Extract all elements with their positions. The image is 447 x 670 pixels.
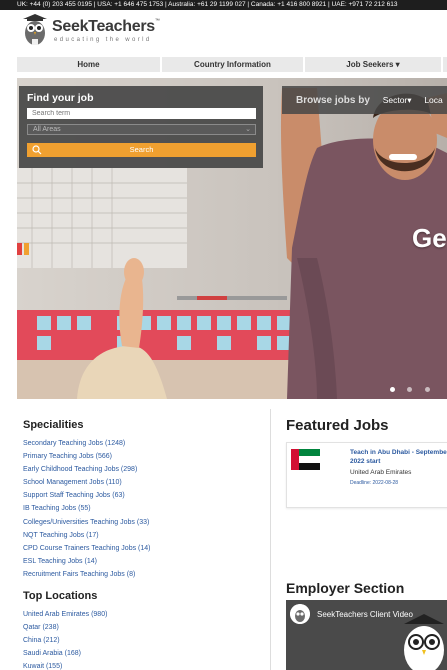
speciality-link[interactable]: Colleges/Universities Teaching Jobs (33) — [23, 516, 263, 529]
browse-by-sector[interactable]: Sector▾ — [383, 95, 412, 105]
speciality-link[interactable]: IB Teaching Jobs (55) — [23, 502, 263, 515]
hero-headline: Ge — [412, 223, 447, 253]
nav-country-information[interactable]: Country Information — [162, 57, 303, 72]
browse-by-location[interactable]: Loca — [424, 95, 442, 105]
featured-jobs-title: Featured Jobs — [286, 417, 389, 434]
location-link[interactable]: United Arab Emirates (980) — [23, 608, 263, 621]
nav-job-seekers[interactable]: Job Seekers ▾ — [305, 57, 441, 72]
location-link[interactable]: Saudi Arabia (168) — [23, 647, 263, 660]
location-link[interactable]: China (212) — [23, 634, 263, 647]
speciality-link[interactable]: Secondary Teaching Jobs (1248) — [23, 437, 263, 450]
carousel-dot[interactable] — [390, 387, 395, 392]
channel-avatar — [290, 604, 310, 624]
area-select-value: All Areas — [33, 126, 61, 133]
nav-more[interactable] — [443, 57, 447, 72]
search-button[interactable]: Search — [27, 143, 256, 157]
chevron-down-icon: ⌄ — [245, 126, 251, 133]
client-video-player[interactable]: SeekTeachers Client Video — [286, 600, 447, 670]
owl-avatar-icon — [290, 604, 310, 624]
browse-jobs-bar: Browse jobs by Sector▾ Loca — [282, 86, 447, 114]
main-nav: Home Country Information Job Seekers ▾ — [17, 57, 447, 72]
carousel-dots — [390, 379, 447, 392]
featured-job-card[interactable]: Teach in Abu Dhabi - September 2022 star… — [286, 442, 447, 508]
speciality-link[interactable]: Recruitment Fairs Teaching Jobs (8) — [23, 568, 263, 581]
speciality-link[interactable]: School Management Jobs (110) — [23, 476, 263, 489]
specialities-title: Specialities — [23, 419, 84, 431]
right-column: Featured Jobs Teach in Abu Dhabi - Septe… — [286, 417, 447, 670]
job-search-panel: Find your job All Areas ⌄ Search — [19, 86, 263, 168]
carousel-dot[interactable] — [424, 387, 430, 392]
speciality-link[interactable]: CPD Course Trainers Teaching Jobs (14) — [23, 542, 263, 555]
job-location: United Arab Emirates — [350, 469, 412, 476]
contact-numbers: UK: +44 (0) 203 455 0195 | USA: +1 646 4… — [17, 1, 398, 8]
speciality-link[interactable]: Primary Teaching Jobs (566) — [23, 450, 263, 463]
specialities-list: Secondary Teaching Jobs (1248) Primary T… — [23, 437, 263, 581]
browse-label: Browse jobs by — [296, 95, 370, 106]
job-deadline: Deadline: 2022-08-28 — [350, 480, 399, 486]
speciality-link[interactable]: Early Childhood Teaching Jobs (298) — [23, 463, 263, 476]
locations-list: United Arab Emirates (980) Qatar (238) C… — [23, 608, 263, 670]
speciality-link[interactable]: Support Staff Teaching Jobs (63) — [23, 489, 263, 502]
search-input[interactable] — [27, 108, 256, 119]
uae-flag-icon — [291, 449, 320, 470]
location-link[interactable]: Qatar (238) — [23, 621, 263, 634]
left-column: Specialities Secondary Teaching Jobs (12… — [23, 419, 263, 670]
hero-banner: Find your job All Areas ⌄ Search Browse … — [17, 78, 447, 399]
search-button-label: Search — [129, 145, 154, 154]
logo-tagline: educating the world — [54, 37, 152, 43]
speciality-link[interactable]: ESL Teaching Jobs (14) — [23, 555, 263, 568]
employer-section-title: Employer Section — [286, 580, 405, 596]
job-title-link[interactable]: Teach in Abu Dhabi - September 2022 star… — [350, 448, 447, 466]
site-logo[interactable]: SeekTeachers™ educating the world — [21, 13, 171, 49]
search-icon — [32, 145, 42, 155]
area-select[interactable]: All Areas ⌄ — [27, 124, 256, 135]
top-locations-title: Top Locations — [23, 590, 98, 603]
location-link[interactable]: Kuwait (155) — [23, 660, 263, 670]
owl-mascot-icon — [404, 614, 444, 670]
owl-logo-icon — [23, 14, 47, 45]
logo-wordmark: SeekTeachers™ — [52, 18, 160, 35]
speciality-link[interactable]: NQT Teaching Jobs (17) — [23, 529, 263, 542]
search-panel-title: Find your job — [27, 92, 94, 104]
column-divider — [270, 409, 271, 670]
nav-home[interactable]: Home — [17, 57, 160, 72]
contact-bar: UK: +44 (0) 203 455 0195 | USA: +1 646 4… — [0, 0, 447, 10]
